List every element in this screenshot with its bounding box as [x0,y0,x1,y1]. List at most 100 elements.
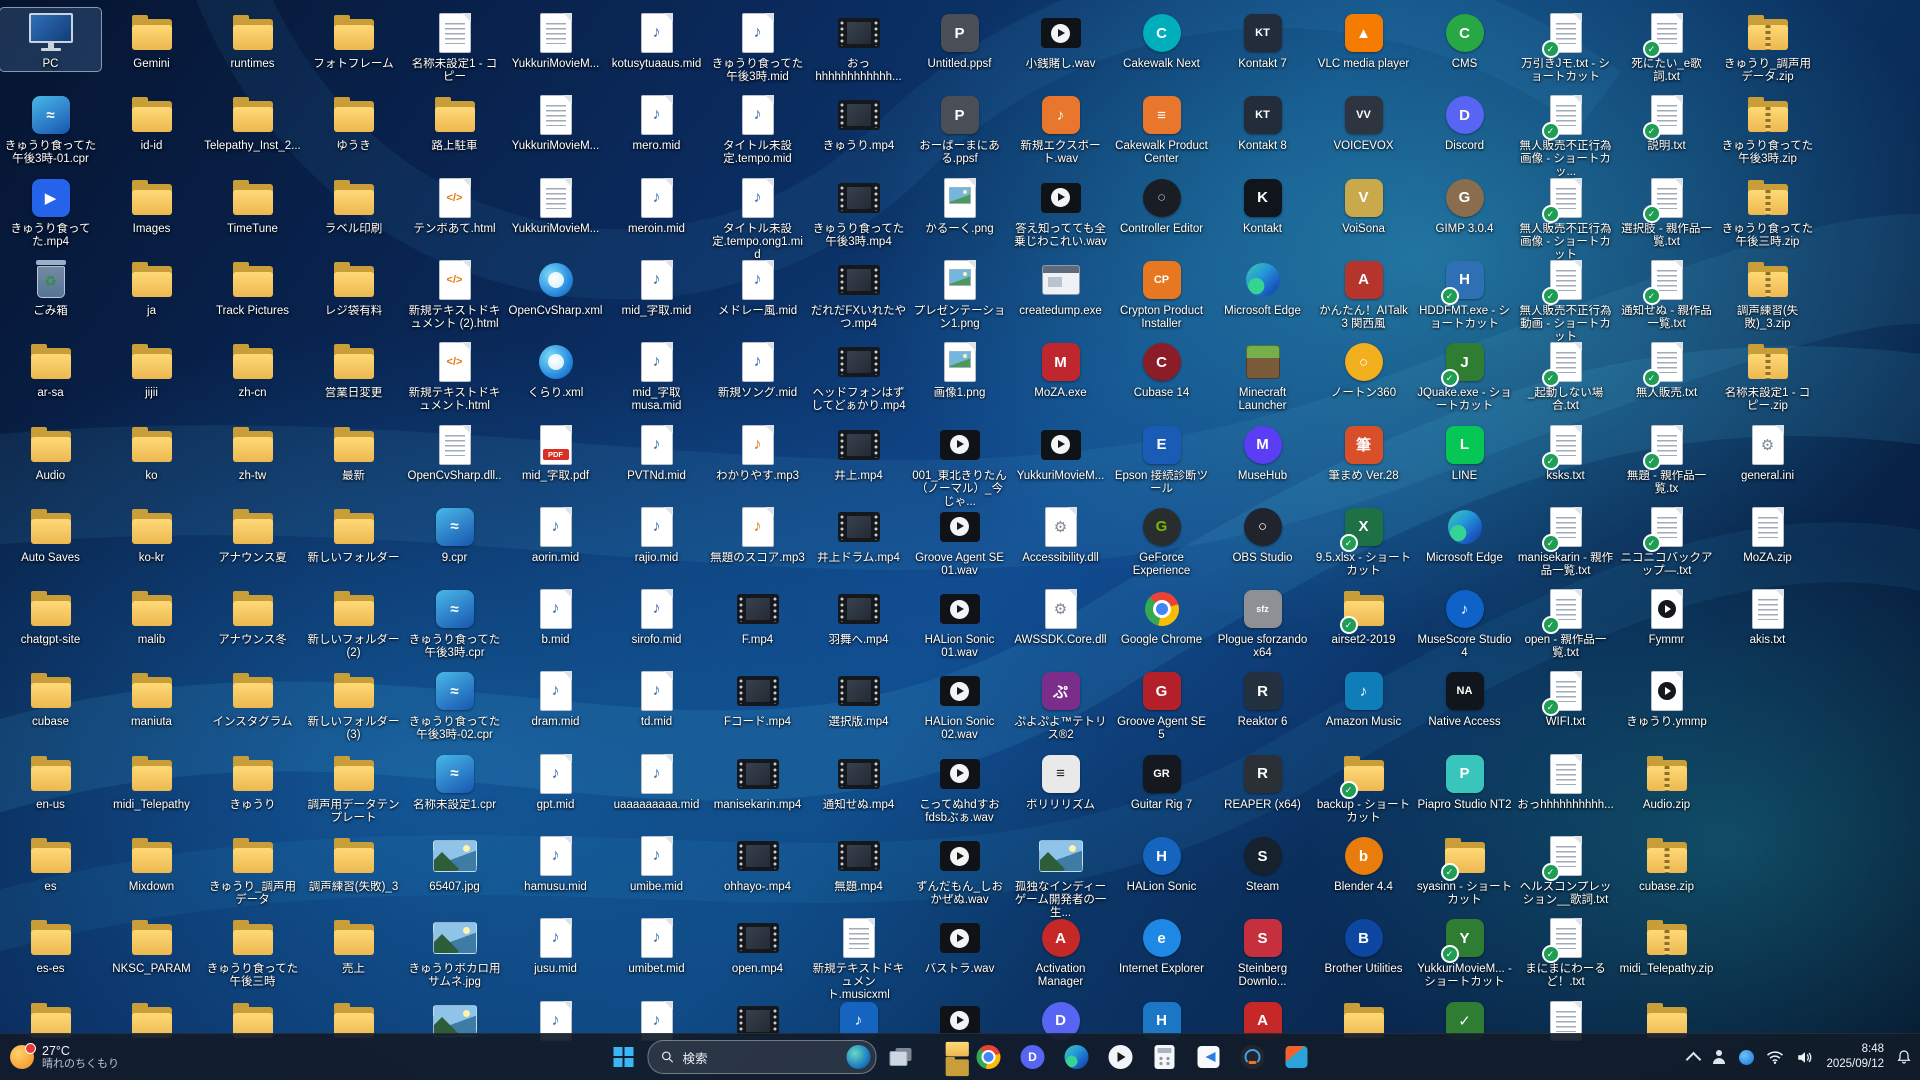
desktop-icon[interactable]: 新しいフォルダー [303,502,404,565]
desktop-icon[interactable]: b Blender 4.4 [1313,831,1414,894]
desktop-icon[interactable]: ♪ Amazon Music [1313,666,1414,729]
desktop-icon[interactable]: きゅうり食ってた午後3時.mp4 [808,173,909,249]
desktop-icon[interactable]: es-es [0,913,101,976]
desktop-icon[interactable]: sfz Plogue sforzando x64 [1212,584,1313,660]
desktop-icon[interactable]: ✓ ヘルスコンプレッション__歌詞.txt [1515,831,1616,907]
desktop-icon[interactable]: ✓ 選択肢 - 親作品一覧.txt [1616,173,1717,249]
desktop-icon[interactable]: フォトフレーム [303,8,404,71]
desktop-icon[interactable]: ♪ 新規エクスポート.wav [1010,90,1111,166]
desktop-icon[interactable]: ♪ タイトル未設定.tempo.ong1.mid [707,173,808,262]
desktop-icon[interactable]: ≈9.cpr [404,502,505,565]
desktop-icon[interactable]: H HALion Sonic [1111,831,1212,894]
tray-volume[interactable] [1796,1050,1814,1065]
desktop-icon[interactable]: Groove Agent SE 01.wav [909,502,1010,578]
desktop-icon[interactable]: E Epson 接続診断ツール [1111,420,1212,496]
desktop-icon[interactable]: Track Pictures [202,255,303,318]
desktop-icon[interactable]: HALion Sonic 02.wav [909,666,1010,742]
desktop-icon[interactable]: Telepathy_Inst_2... [202,90,303,153]
desktop-icon[interactable]: ≈ きゅうり食ってた午後3時.cpr [404,584,505,660]
desktop-icon[interactable]: ✓ backup - ショートカット [1313,749,1414,825]
desktop-icon[interactable]: M MoZA.exe [1010,337,1111,400]
desktop-icon[interactable]: chatgpt-site [0,584,101,647]
desktop-icon[interactable]: ♪ メドレー風.mid [707,255,808,318]
desktop-icon[interactable]: VV VOICEVOX [1313,90,1414,153]
desktop-icon[interactable]: きゅうり.ymmp [1616,666,1717,729]
desktop-icon[interactable]: runtimes [202,8,303,71]
desktop-icon[interactable]: ♪ mid_字取musa.mid [606,337,707,413]
desktop-icon[interactable]: G GIMP 3.0.4 [1414,173,1515,236]
desktop-icon[interactable]: C Cakewalk Next [1111,8,1212,71]
taskbar-task-view[interactable] [881,1037,921,1077]
desktop-icon[interactable]: ko-kr [101,502,202,565]
desktop-icon[interactable]: ✓ 無人販売不正行為画像 - ショートカット [1515,173,1616,262]
desktop-icon[interactable]: ▲ VLC media player [1313,8,1414,71]
desktop-icon[interactable]: Audio [0,420,101,483]
desktop-icon[interactable]: ≡ ポリリリズム [1010,749,1111,812]
desktop-icon[interactable]: en-us [0,749,101,812]
desktop-icon[interactable]: Google Chrome [1111,584,1212,647]
desktop-icon[interactable]: おっhhhhhhhhhh... [1515,749,1616,812]
desktop-icon[interactable]: ♪ sirofo.mid [606,584,707,647]
desktop-icon[interactable]: Microsoft Edge [1414,502,1515,565]
search-highlight-image[interactable] [846,1045,871,1069]
desktop-icon[interactable]: 路上駐車 [404,90,505,153]
desktop-icon[interactable]: ♪ タイトル未設定.tempo.mid [707,90,808,166]
desktop-icon[interactable]: Minecraft Launcher [1212,337,1313,413]
desktop-icon[interactable]: A かんたん！AITalk 3 関西風 [1313,255,1414,331]
start-button[interactable] [604,1037,644,1077]
desktop-icon[interactable]: zh-cn [202,337,303,400]
desktop-icon[interactable]: L LINE [1414,420,1515,483]
desktop-icon[interactable]: かるーく.png [909,173,1010,236]
desktop-icon[interactable]: ♪ uaaaaaaaaa.mid [606,749,707,812]
desktop-icon[interactable]: F.mp4 [707,584,808,647]
desktop-icon[interactable]: Images [101,173,202,236]
desktop-icon[interactable]: akis.txt [1717,584,1818,647]
desktop-icon[interactable]: G GeForce Experience [1111,502,1212,578]
desktop-icon[interactable]: ✓ WIFI.txt [1515,666,1616,729]
desktop-icon[interactable]: YukkuriMovieM... [505,173,606,236]
desktop-icon[interactable]: ♪ mid_字取.mid [606,255,707,318]
desktop-icon[interactable]: 名称未設定1 - コピー.zip [1717,337,1818,413]
desktop-icon[interactable]: ♪ gpt.mid [505,749,606,812]
desktop-icon[interactable]: TimeTune [202,173,303,236]
desktop-icon[interactable]: 売上 [303,913,404,976]
desktop-icon[interactable]: Microsoft Edge [1212,255,1313,318]
desktop-icon[interactable]: K Kontakt [1212,173,1313,236]
desktop-icon[interactable]: OpenCvSharp.xml [505,255,606,318]
desktop-icon[interactable]: HALion Sonic 01.wav [909,584,1010,660]
desktop-icon[interactable]: ♪ わかりやす.mp3 [707,420,808,483]
desktop-icon[interactable]: A Activation Manager [1010,913,1111,989]
desktop-icon[interactable]: ar-sa [0,337,101,400]
tray-network[interactable] [1766,1050,1784,1065]
desktop-icon[interactable]: ○ Controller Editor [1111,173,1212,236]
desktop-icon[interactable]: ≈ きゅうり食ってた午後3時-02.cpr [404,666,505,742]
desktop-icon[interactable]: ♪ rajio.mid [606,502,707,565]
taskbar-audacity[interactable] [1233,1037,1273,1077]
desktop-icon[interactable]: ♪ td.mid [606,666,707,729]
desktop-icon[interactable]: createdump.exe [1010,255,1111,318]
desktop-icon[interactable]: ♪ MuseScore Studio 4 [1414,584,1515,660]
desktop-icon[interactable]: es [0,831,101,894]
desktop-icon[interactable]: ♪ 無題のスコア.mp3 [707,502,808,565]
desktop-icon[interactable]: ♪ きゅうり食ってた午後3時.mid [707,8,808,84]
desktop-icon[interactable]: R REAPER (x64) [1212,749,1313,812]
desktop-icon[interactable]: 調声練習(失敗)_3.zip [1717,255,1818,331]
desktop-icon[interactable]: S Steinberg Downlo... [1212,913,1313,989]
desktop-icon[interactable]: PC [0,7,102,72]
desktop-icon[interactable]: ▶ きゅうり食ってた.mp4 [0,173,101,249]
desktop-icon[interactable]: ♪ PVTNd.mid [606,420,707,483]
desktop-icon[interactable]: zh-tw [202,420,303,483]
desktop-icon[interactable]: 最新 [303,420,404,483]
desktop-icon[interactable]: 羽舞へ.mp4 [808,584,909,647]
desktop-icon[interactable]: プレゼンテーション1.png [909,255,1010,331]
desktop-icon[interactable]: ✓ 無人販売不正行為画像 - ショートカッ... [1515,90,1616,179]
desktop-icon[interactable]: 選択版.mp4 [808,666,909,729]
tray-clock[interactable]: 8:48 2025/09/12 [1826,1042,1884,1072]
desktop-icon[interactable]: アナウンス夏 [202,502,303,565]
desktop-icon[interactable]: 画像1.png [909,337,1010,400]
tray-person[interactable] [1711,1050,1727,1064]
desktop-icon[interactable]: ♪ umibe.mid [606,831,707,894]
taskbar-discord[interactable]: D [1013,1037,1053,1077]
desktop-icon[interactable]: ✓ 無人販売.txt [1616,337,1717,400]
desktop-icon[interactable]: ✓ 無人販売不正行為動画 - ショートカット [1515,255,1616,344]
